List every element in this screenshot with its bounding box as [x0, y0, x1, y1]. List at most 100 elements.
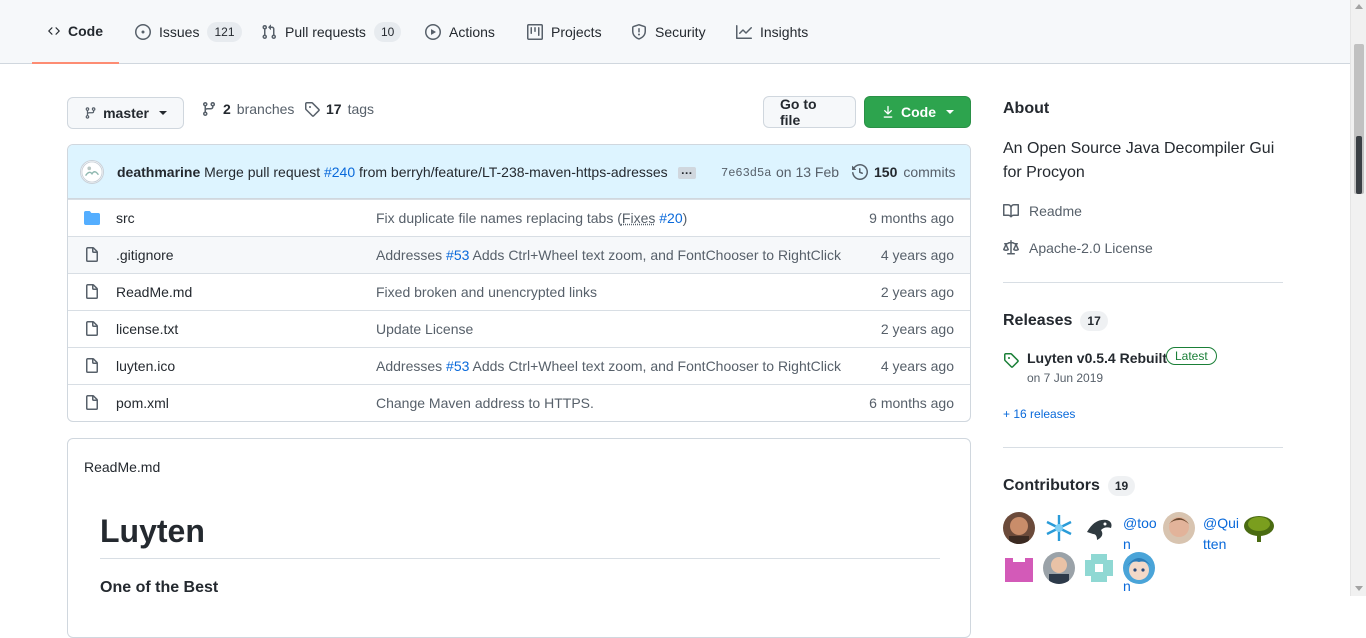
branches-label: branches [236, 101, 295, 117]
page-scrollbar[interactable] [1350, 0, 1366, 596]
file-name[interactable]: luyten.ico [116, 358, 175, 374]
readme-file-label[interactable]: ReadMe.md [84, 459, 160, 475]
issue-link[interactable]: #53 [446, 247, 469, 263]
tab-pull-requests[interactable]: Pull requests 10 [261, 0, 402, 64]
file-row[interactable]: luyten.ico Addresses #53 Adds Ctrl+Wheel… [68, 347, 970, 384]
commit-pr-link[interactable]: #240 [324, 164, 355, 180]
chevron-down-icon [159, 111, 167, 115]
fixes-link[interactable]: Fixes [622, 210, 655, 226]
chevron-down-icon [946, 110, 954, 114]
file-age: 6 months ago [869, 395, 954, 411]
file-name[interactable]: ReadMe.md [116, 284, 192, 300]
commit-sha[interactable]: 7e63d5a [721, 166, 771, 180]
sidebar-divider [1003, 447, 1283, 448]
tab-projects-label: Projects [551, 24, 602, 40]
avatar[interactable] [80, 160, 104, 184]
about-description: An Open Source Java Decompiler Gui for P… [1003, 140, 1275, 181]
law-icon [1003, 240, 1019, 255]
file-commit-message[interactable]: Change Maven address to HTTPS. [376, 395, 594, 411]
readme-link[interactable]: Readme [1003, 203, 1082, 219]
branch-name: master [103, 105, 149, 121]
file-commit-message[interactable]: Addresses #53 Adds Ctrl+Wheel text zoom,… [376, 358, 841, 374]
tab-actions-label: Actions [449, 24, 495, 40]
download-icon [883, 105, 893, 118]
file-icon [86, 247, 98, 262]
file-commit-message-text: Addresses [376, 358, 447, 374]
go-to-file-label: Go to file [780, 96, 817, 128]
file-commit-message-text: Fix duplicate file names replacing tabs … [376, 210, 622, 226]
more-releases-link[interactable]: + 16 releases [1003, 407, 1075, 421]
issue-link[interactable]: #20 [659, 210, 682, 226]
contributor-avatar[interactable] [1083, 512, 1115, 544]
table-icon [527, 24, 543, 40]
file-row[interactable]: license.txt Update License 2 years ago [68, 310, 970, 347]
file-icon [86, 321, 98, 336]
go-to-file-button[interactable]: Go to file [763, 96, 856, 128]
sidebar-divider [1003, 282, 1283, 283]
readme-link-label: Readme [1029, 203, 1082, 219]
file-name[interactable]: .gitignore [116, 247, 174, 263]
code-dropdown-button[interactable]: Code [864, 96, 971, 128]
file-row[interactable]: src Fix duplicate file names replacing t… [68, 199, 970, 236]
branch-select-button[interactable]: master [67, 97, 184, 129]
readme-subheading: One of the Best [100, 579, 219, 596]
tab-pull-requests-label: Pull requests [285, 24, 366, 40]
scroll-up-icon[interactable] [1355, 4, 1363, 9]
file-row[interactable]: .gitignore Addresses #53 Adds Ctrl+Wheel… [68, 236, 970, 273]
file-commit-message-text: Adds Ctrl+Wheel text zoom, and FontChoos… [469, 247, 841, 263]
contributor-avatar[interactable] [1083, 552, 1115, 584]
tab-security-label: Security [655, 24, 706, 40]
contributor-avatar[interactable] [1043, 552, 1075, 584]
commit-author[interactable]: deathmarine [117, 164, 200, 180]
file-row[interactable]: pom.xml Change Maven address to HTTPS. 6… [68, 384, 970, 421]
expand-commit-button[interactable]: … [677, 164, 696, 180]
contributors-heading[interactable]: Contributors 19 [1003, 476, 1136, 496]
file-name[interactable]: src [116, 210, 135, 226]
commit-message-post[interactable]: from berryh/feature/LT-238-maven-https-a… [359, 164, 668, 180]
file-commit-message[interactable]: Addresses #53 Adds Ctrl+Wheel text zoom,… [376, 247, 841, 263]
contributor-broken-avatar[interactable]: @toon [1123, 513, 1159, 555]
shield-icon [632, 24, 646, 40]
contributor-avatar[interactable] [1163, 512, 1195, 544]
file-icon [86, 284, 98, 299]
tags-count: 17 [326, 101, 342, 117]
tab-issues-label: Issues [159, 24, 200, 40]
contributor-avatar[interactable] [1003, 512, 1035, 544]
tags-link[interactable]: 17 tags [304, 101, 374, 117]
contributors-counter: 19 [1107, 476, 1136, 496]
tab-actions[interactable]: Actions [425, 0, 495, 64]
commit-message-pre[interactable]: Merge pull request [204, 164, 320, 180]
contributor-avatar[interactable] [1043, 512, 1075, 544]
tab-projects[interactable]: Projects [527, 0, 602, 64]
commits-history-link[interactable]: 150 commits [852, 164, 955, 180]
commit-date[interactable]: on 13 Feb [776, 164, 839, 180]
latest-release-link[interactable]: Luyten v0.5.4 Rebuilt [1027, 350, 1167, 366]
file-row[interactable]: ReadMe.md Fixed broken and unencrypted l… [68, 273, 970, 310]
tab-code[interactable]: Code [32, 0, 119, 64]
issue-link[interactable]: #53 [446, 358, 469, 374]
tab-security[interactable]: Security [631, 0, 706, 64]
branches-count: 2 [223, 101, 231, 117]
branches-link[interactable]: 2 branches [201, 101, 294, 117]
contributor-avatar[interactable] [1003, 552, 1035, 584]
contributor-avatar[interactable] [1243, 512, 1275, 544]
file-commit-message[interactable]: Update License [376, 321, 473, 337]
tab-issues[interactable]: Issues 121 [135, 0, 242, 64]
tags-label: tags [347, 101, 375, 117]
releases-title: Releases [1003, 312, 1073, 329]
release-date: on 7 Jun 2019 [1027, 371, 1104, 385]
tab-insights[interactable]: Insights [736, 0, 808, 64]
file-age: 2 years ago [880, 321, 954, 337]
contributor-broken-avatar[interactable]: @Quitten [1203, 513, 1239, 555]
file-name[interactable]: license.txt [116, 321, 178, 337]
file-commit-message[interactable]: Fix duplicate file names replacing tabs … [376, 210, 687, 226]
contributor-broken-avatar[interactable]: n [1123, 576, 1159, 597]
license-link[interactable]: Apache-2.0 License [1003, 240, 1153, 256]
releases-heading[interactable]: Releases 17 [1003, 311, 1108, 331]
git-branch-icon [202, 102, 215, 117]
file-commit-message[interactable]: Fixed broken and unencrypted links [376, 284, 597, 300]
issues-counter: 121 [207, 22, 242, 42]
scroll-down-icon[interactable] [1355, 586, 1363, 591]
file-name[interactable]: pom.xml [116, 395, 169, 411]
scrollbar-marker [1356, 136, 1362, 194]
